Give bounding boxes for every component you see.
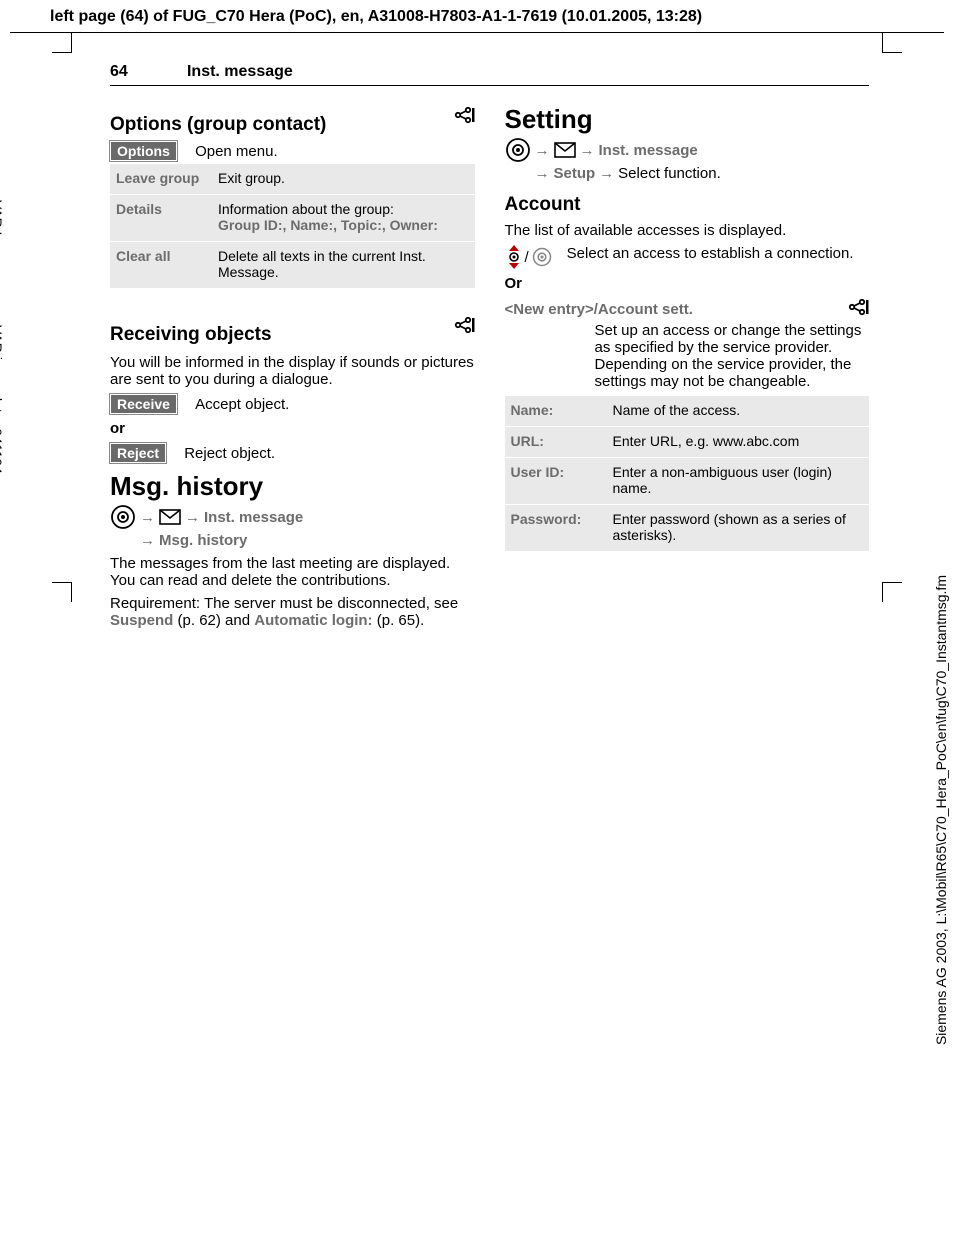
row-key: Name: (505, 396, 607, 427)
msg-history-p1: The messages from the last meeting are d… (110, 555, 475, 589)
nav-select-row: / Select an access to establish a connec… (505, 245, 870, 269)
table-row: User ID: Enter a non-ambiguous user (log… (505, 458, 870, 505)
nav-path-2: → Msg. history (140, 532, 475, 549)
menu-key-icon (110, 504, 136, 530)
right-margin-note: Siemens AG 2003, L:\Mobil\R65\C70_Hera_P… (933, 575, 949, 1045)
row-val: Information about the group: Group ID:, … (212, 195, 475, 242)
nav-path: → → Inst. message (110, 504, 475, 530)
reject-row: Reject Reject object. (110, 443, 475, 463)
share-icon (453, 106, 475, 128)
setting-title: Setting (505, 104, 870, 135)
table-row: Name: Name of the access. (505, 396, 870, 427)
row-val: Name of the access. (607, 396, 870, 427)
envelope-icon (554, 142, 576, 158)
doc-header-text: left page (64) of FUG_C70 Hera (PoC), en… (50, 8, 702, 25)
reject-desc: Reject object. (170, 445, 275, 462)
reject-softkey[interactable]: Reject (110, 443, 166, 463)
options-group-table: Leave group Exit group. Details Informat… (110, 164, 475, 288)
receive-desc: Accept object. (181, 396, 289, 413)
page-title: Inst. message (132, 63, 293, 80)
menu-key-icon (505, 137, 531, 163)
envelope-icon (159, 509, 181, 525)
table-row: Password: Enter password (shown as a ser… (505, 505, 870, 552)
doc-header: left page (64) of FUG_C70 Hera (PoC), en… (10, 0, 944, 33)
table-row: URL: Enter URL, e.g. www.abc.com (505, 427, 870, 458)
select-access-text: Select an access to establish a connecti… (567, 245, 869, 262)
row-val: Enter URL, e.g. www.abc.com (607, 427, 870, 458)
row-val: Exit group. (212, 164, 475, 195)
msg-history-title: Msg. history (110, 471, 475, 502)
nav-text: Inst. message (204, 509, 303, 526)
nav-text: Select function. (618, 165, 721, 182)
row-key: URL: (505, 427, 607, 458)
receiving-objects-title: Receiving objects (110, 324, 272, 346)
row-key: User ID: (505, 458, 607, 505)
share-icon (847, 298, 869, 320)
nav-path-setting-2: → Setup → Select function. (535, 165, 870, 182)
receive-softkey[interactable]: Receive (110, 394, 177, 414)
new-entry-text: Set up an access or change the settings … (595, 322, 870, 390)
row-key: Leave group (110, 164, 212, 195)
nav-text: Inst. message (599, 142, 698, 159)
page-number: 64 (110, 63, 128, 80)
or-text: or (110, 420, 475, 437)
account-title: Account (505, 194, 870, 216)
msg-history-p2: Requirement: The server must be disconne… (110, 595, 475, 629)
row-key: Password: (505, 505, 607, 552)
row-val: Delete all texts in the current Inst. Me… (212, 242, 475, 289)
new-entry-label: <New entry>/Account sett. (505, 301, 693, 318)
left-margin-note: VAR Language: en; VAR issue date: 041104 (0, 200, 5, 474)
left-column: Options (group contact) Options Open men… (110, 96, 475, 635)
page-head: 64 Inst. message (110, 63, 869, 86)
table-row: Leave group Exit group. (110, 164, 475, 195)
options-softkey-row: Options Open menu. (110, 141, 475, 161)
row-key: Details (110, 195, 212, 242)
right-column: Setting → → Inst. message → Setup → Sele… (505, 96, 870, 635)
nav-path-setting: → → Inst. message (505, 137, 870, 163)
account-p1: The list of available accesses is displa… (505, 222, 870, 239)
options-softkey[interactable]: Options (110, 141, 177, 161)
options-group-contact-title: Options (group contact) (110, 114, 326, 136)
nav-key-icon: / (505, 245, 553, 269)
receiving-objects-text: You will be informed in the display if s… (110, 354, 475, 388)
table-row: Clear all Delete all texts in the curren… (110, 242, 475, 289)
row-key: Clear all (110, 242, 212, 289)
share-icon (453, 316, 475, 338)
row-val: Enter password (shown as a series of ast… (607, 505, 870, 552)
table-row: Details Information about the group: Gro… (110, 195, 475, 242)
or-text-right: Or (505, 275, 870, 292)
receive-row: Receive Accept object. (110, 394, 475, 414)
options-softkey-desc: Open menu. (181, 143, 278, 160)
nav-text: Msg. history (159, 532, 247, 549)
nav-text: Setup (554, 165, 596, 182)
row-val: Enter a non-ambiguous user (login) name. (607, 458, 870, 505)
account-settings-table: Name: Name of the access. URL: Enter URL… (505, 396, 870, 551)
